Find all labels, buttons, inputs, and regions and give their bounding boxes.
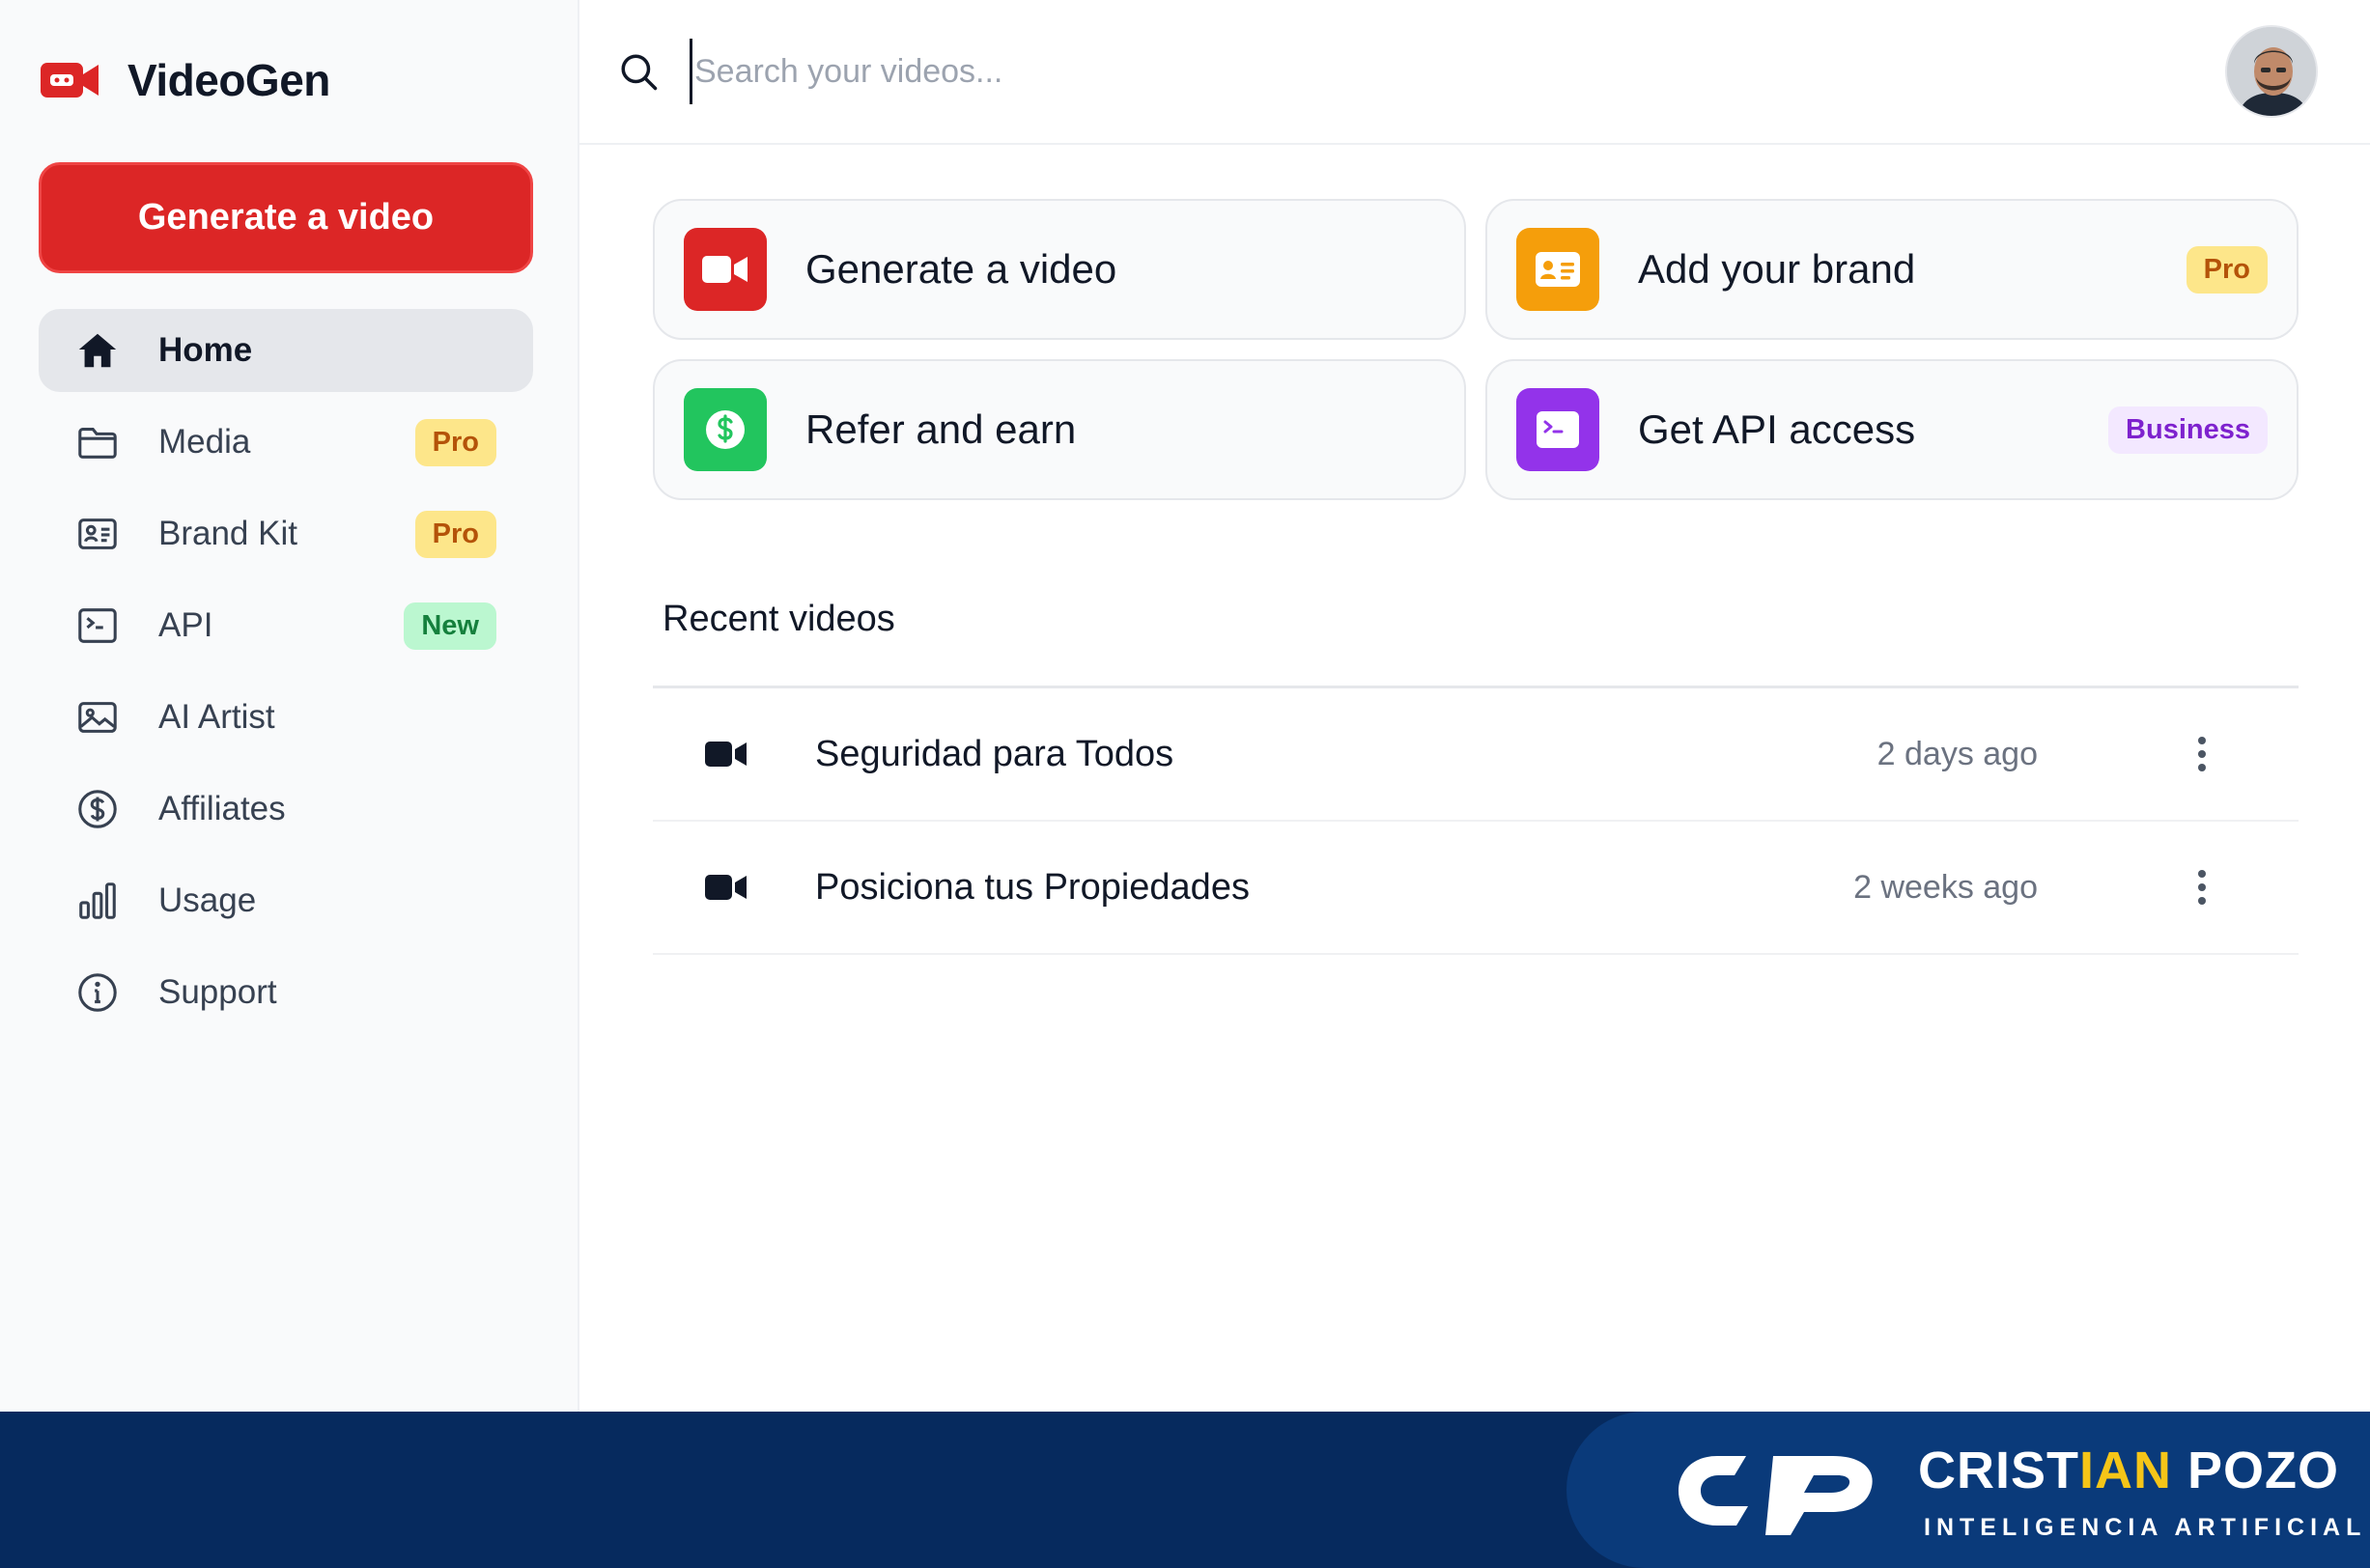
brand-tagline: INTELIGENCIA ARTIFICIAL: [1924, 1514, 2367, 1541]
more-options-icon[interactable]: [2183, 725, 2221, 783]
pro-badge: Pro: [414, 418, 496, 466]
top-bar: [579, 0, 2370, 145]
more-options-icon[interactable]: [2183, 858, 2221, 916]
dollar-icon: [78, 790, 117, 828]
sidebar-item-api[interactable]: API New: [39, 584, 533, 667]
pro-badge: Pro: [414, 510, 496, 558]
list-item[interactable]: Posiciona tus Propiedades 2 weeks ago: [653, 822, 2299, 955]
id-card-icon: [1516, 228, 1599, 311]
brand-name: CRISTIAN POZO: [1918, 1441, 2339, 1500]
recent-videos-heading: Recent videos: [663, 599, 895, 639]
id-card-icon: [78, 518, 117, 549]
refer-earn-card[interactable]: Refer and earn: [653, 359, 1466, 500]
card-label: Get API access: [1638, 406, 1916, 452]
dollar-icon: [684, 388, 767, 471]
sidebar-item-label: AI Artist: [158, 698, 275, 736]
business-badge: Business: [2108, 406, 2268, 454]
brand-name-highlight: IAN: [2079, 1442, 2172, 1499]
brand-name-part2: POZO: [2172, 1442, 2340, 1499]
add-brand-card[interactable]: Add your brand Pro: [1485, 199, 2299, 340]
sidebar-item-brand-kit[interactable]: Brand Kit Pro: [39, 492, 533, 575]
bar-chart-icon: [79, 882, 116, 919]
folder-icon: [78, 428, 117, 459]
generate-video-card[interactable]: Generate a video: [653, 199, 1466, 340]
sidebar-item-label: Affiliates: [158, 790, 286, 827]
card-label: Refer and earn: [805, 406, 1077, 452]
avatar[interactable]: [2225, 25, 2318, 118]
cp-logo-mark: [1679, 1456, 1873, 1535]
sidebar-item-usage[interactable]: Usage: [39, 859, 533, 942]
sidebar: VideoGen Generate a video Home Media Pro…: [0, 0, 579, 1412]
generate-video-button[interactable]: Generate a video: [39, 162, 533, 273]
search-input[interactable]: [690, 39, 1559, 104]
video-camera-icon: [705, 875, 747, 900]
terminal-icon: [78, 608, 117, 643]
video-camera-icon: [705, 742, 747, 767]
search-icon: [621, 54, 658, 91]
footer-banner: CRISTIAN POZO INTELIGENCIA ARTIFICIAL: [0, 1412, 2370, 1568]
home-icon: [78, 333, 117, 368]
api-access-card[interactable]: Get API access Business: [1485, 359, 2299, 500]
sidebar-item-label: Brand Kit: [158, 515, 297, 552]
list-item[interactable]: Seguridad para Todos 2 days ago: [653, 688, 2299, 822]
video-title: Posiciona tus Propiedades: [815, 866, 1250, 908]
sidebar-item-media[interactable]: Media Pro: [39, 401, 533, 484]
sidebar-item-label: API: [158, 606, 213, 644]
info-icon: [78, 973, 117, 1012]
user-avatar-photo: [2227, 27, 2316, 116]
app-window: VideoGen Generate a video Home Media Pro…: [0, 0, 2370, 1412]
video-timestamp: 2 days ago: [1876, 735, 2038, 772]
logo[interactable]: VideoGen: [39, 54, 330, 106]
sidebar-item-affiliates[interactable]: Affiliates: [39, 768, 533, 851]
sidebar-item-ai-artist[interactable]: AI Artist: [39, 676, 533, 759]
video-logo-icon: [41, 63, 99, 98]
quick-actions: Generate a video Add your brand Pro Refe…: [653, 199, 2299, 500]
sidebar-item-label: Media: [158, 423, 251, 461]
video-timestamp: 2 weeks ago: [1853, 868, 2038, 906]
sidebar-nav: Home Media Pro Brand Kit Pro API New AI …: [39, 309, 533, 1043]
sidebar-item-label: Usage: [158, 882, 257, 919]
new-badge: New: [404, 602, 496, 650]
video-title: Seguridad para Todos: [815, 733, 1174, 774]
brand-name-part1: CRIST: [1918, 1442, 2079, 1499]
video-camera-icon: [684, 228, 767, 311]
sidebar-item-support[interactable]: Support: [39, 951, 533, 1034]
pro-badge: Pro: [2186, 245, 2268, 294]
sidebar-item-label: Support: [158, 973, 277, 1011]
app-name: VideoGen: [127, 55, 330, 105]
card-label: Add your brand: [1638, 246, 1916, 292]
card-label: Generate a video: [805, 246, 1117, 292]
terminal-icon: [1516, 388, 1599, 471]
sidebar-item-label: Home: [158, 331, 253, 369]
image-icon: [78, 702, 117, 733]
recent-videos-list: Seguridad para Todos 2 days ago Posicion…: [653, 686, 2299, 955]
sidebar-item-home[interactable]: Home: [39, 309, 533, 392]
main-content: Generate a video Add your brand Pro Refe…: [579, 0, 2370, 1412]
